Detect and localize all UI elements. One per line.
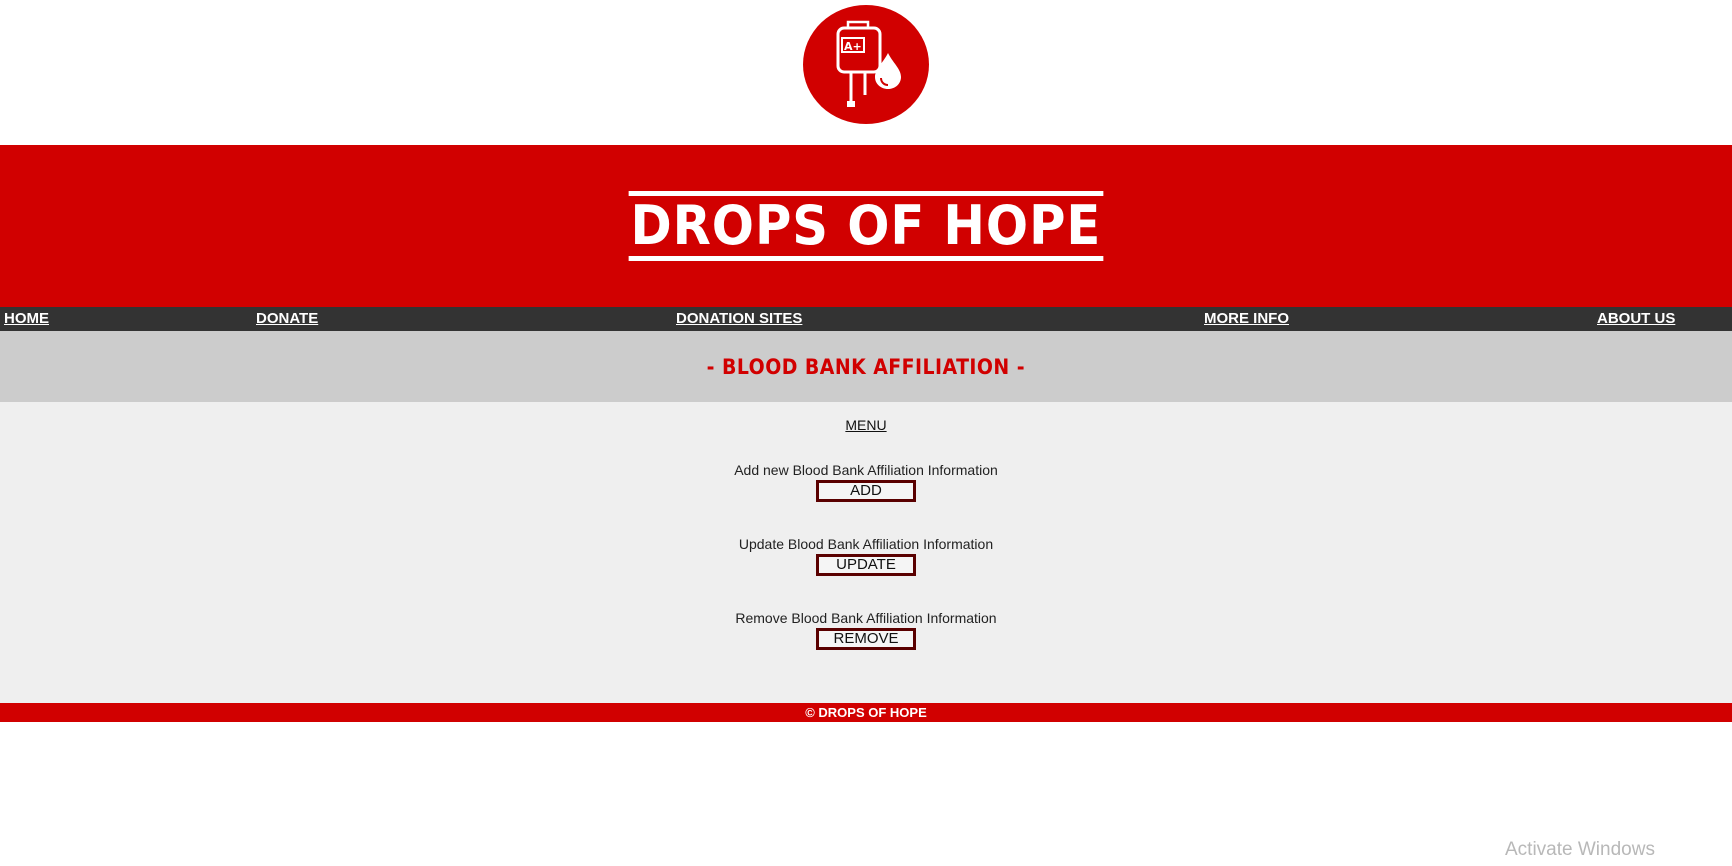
nav-about-us[interactable]: ABOUT US: [1597, 310, 1675, 327]
update-action: Update Blood Bank Affiliation Informatio…: [0, 536, 1732, 576]
menu-label: MENU: [845, 417, 887, 433]
site-banner: DROPS OF HOPE: [0, 145, 1732, 307]
logo-area: A+: [0, 0, 1732, 145]
activate-windows-watermark: Activate Windows: [1505, 839, 1655, 860]
main-nav: HOME DONATE DONATION SITES MORE INFO ABO…: [0, 307, 1732, 331]
section-title: - BLOOD BANK AFFILIATION -: [706, 354, 1026, 379]
add-description: Add new Blood Bank Affiliation Informati…: [734, 462, 998, 478]
nav-more-info[interactable]: MORE INFO: [1204, 310, 1289, 327]
menu-panel: MENU Add new Blood Bank Affiliation Info…: [0, 402, 1732, 703]
nav-donate[interactable]: DONATE: [256, 310, 318, 327]
nav-donation-sites[interactable]: DONATION SITES: [676, 310, 802, 327]
remove-action: Remove Blood Bank Affiliation Informatio…: [0, 610, 1732, 650]
add-button[interactable]: ADD: [816, 480, 916, 502]
nav-home[interactable]: HOME: [4, 310, 49, 327]
bag-label: A+: [844, 40, 862, 53]
section-header: - BLOOD BANK AFFILIATION -: [0, 331, 1732, 402]
blood-bag-icon[interactable]: A+: [803, 5, 929, 124]
update-button[interactable]: UPDATE: [816, 554, 916, 576]
add-action: Add new Blood Bank Affiliation Informati…: [0, 462, 1732, 502]
remove-button[interactable]: REMOVE: [816, 628, 916, 650]
update-description: Update Blood Bank Affiliation Informatio…: [738, 536, 994, 552]
remove-description: Remove Blood Bank Affiliation Informatio…: [735, 610, 997, 626]
footer: © DROPS OF HOPE: [0, 703, 1732, 722]
site-title: DROPS OF HOPE: [628, 191, 1104, 261]
